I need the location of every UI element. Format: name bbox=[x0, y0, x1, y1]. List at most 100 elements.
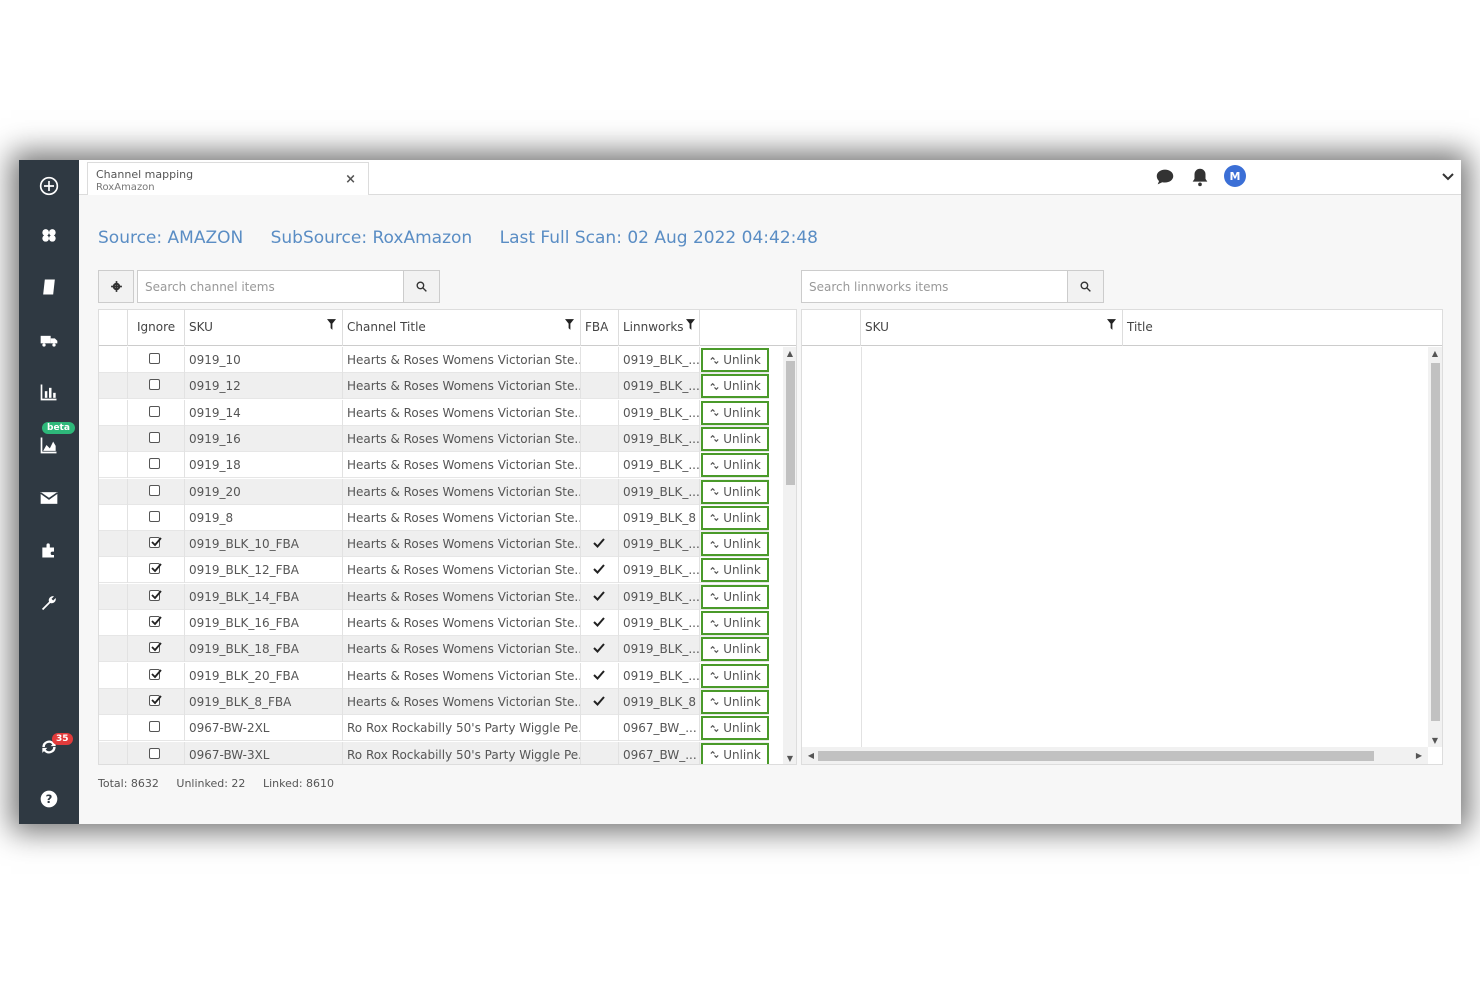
tab-channel-mapping[interactable]: Channel mapping RoxAmazon × bbox=[87, 162, 369, 195]
header-lw-sku[interactable]: SKU bbox=[861, 310, 1123, 346]
unlink-button[interactable]: Unlink bbox=[701, 742, 769, 764]
unlink-button[interactable]: Unlink bbox=[701, 400, 769, 425]
table-row[interactable]: 0919_8 Hearts & Roses Womens Victorian St… bbox=[99, 504, 769, 531]
table-row[interactable]: 0919_18 Hearts & Roses Womens Victorian S… bbox=[99, 452, 769, 479]
unlink-button[interactable]: Unlink bbox=[701, 689, 769, 714]
unlink-button[interactable]: Unlink bbox=[701, 348, 769, 372]
filter-icon[interactable] bbox=[1107, 319, 1116, 330]
ignore-checkbox[interactable] bbox=[149, 537, 162, 549]
unlink-button[interactable]: Unlink bbox=[701, 505, 769, 530]
scrollbar-thumb[interactable] bbox=[818, 751, 1374, 761]
ignore-checkbox[interactable] bbox=[149, 747, 160, 759]
unlink-button[interactable]: Unlink bbox=[701, 426, 769, 451]
ignore-checkbox[interactable] bbox=[149, 458, 160, 470]
orders-icon[interactable] bbox=[19, 267, 79, 307]
row-select-cell[interactable] bbox=[99, 504, 128, 531]
scroll-up-arrow-icon[interactable]: ▲ bbox=[783, 349, 796, 358]
filter-icon[interactable] bbox=[327, 319, 336, 330]
unlink-button[interactable]: Unlink bbox=[701, 637, 769, 662]
scroll-down-arrow-icon[interactable]: ▼ bbox=[1428, 736, 1442, 745]
scroll-right-arrow-icon[interactable]: ▶ bbox=[1412, 751, 1426, 760]
row-select-cell[interactable] bbox=[99, 478, 128, 505]
unlink-button[interactable]: Unlink bbox=[701, 479, 769, 504]
chevron-down-icon[interactable] bbox=[1441, 169, 1455, 183]
unlink-button[interactable]: Unlink bbox=[701, 374, 769, 399]
table-row[interactable]: 0967-BW-2XL Ro Rox Rockabilly 50's Party … bbox=[99, 715, 769, 742]
ignore-checkbox[interactable] bbox=[149, 616, 162, 627]
table-row[interactable]: 0919_14 Hearts & Roses Womens Victorian S… bbox=[99, 399, 769, 426]
help-icon[interactable]: ? bbox=[19, 779, 79, 819]
logo-icon[interactable] bbox=[19, 164, 79, 208]
header-fba[interactable]: FBA bbox=[581, 310, 619, 346]
header-sku[interactable]: SKU bbox=[185, 310, 343, 346]
row-select-cell[interactable] bbox=[99, 636, 128, 663]
table-row[interactable]: 0919_BLK_12_FBA Hearts & Roses Womens Vic… bbox=[99, 557, 769, 584]
ignore-checkbox[interactable] bbox=[149, 405, 160, 417]
settings-button[interactable] bbox=[98, 270, 134, 303]
row-select-cell[interactable] bbox=[99, 452, 128, 479]
ignore-checkbox[interactable] bbox=[149, 563, 162, 575]
user-avatar[interactable]: M bbox=[1224, 165, 1246, 187]
table-row[interactable]: 0919_10 Hearts & Roses Womens Victorian S… bbox=[99, 347, 769, 373]
row-select-cell[interactable] bbox=[99, 741, 128, 764]
header-ignore[interactable]: Ignore bbox=[128, 310, 185, 346]
table-row[interactable]: 0967-BW-3XL Ro Rox Rockabilly 50's Party … bbox=[99, 741, 769, 764]
puzzle-icon[interactable] bbox=[19, 530, 79, 570]
table-row[interactable]: 0919_BLK_10_FBA Hearts & Roses Womens Vic… bbox=[99, 531, 769, 558]
table-row[interactable]: 0919_16 Hearts & Roses Womens Victorian S… bbox=[99, 425, 769, 452]
scroll-left-arrow-icon[interactable]: ◀ bbox=[804, 751, 818, 760]
row-select-cell[interactable] bbox=[99, 425, 128, 452]
linnworks-grid-vscrollbar[interactable]: ▲ ▼ bbox=[1428, 347, 1442, 747]
ignore-checkbox[interactable] bbox=[149, 642, 162, 654]
scrollbar-thumb[interactable] bbox=[786, 361, 795, 485]
linnworks-search-input[interactable] bbox=[801, 270, 1068, 303]
header-linnworks[interactable]: Linnworks bbox=[619, 310, 700, 346]
ignore-checkbox[interactable] bbox=[149, 589, 162, 601]
ignore-checkbox[interactable] bbox=[149, 694, 162, 706]
header-lw-title[interactable]: Title bbox=[1123, 310, 1442, 346]
inventory-icon[interactable] bbox=[19, 215, 79, 255]
scroll-up-arrow-icon[interactable]: ▲ bbox=[1428, 349, 1442, 358]
ignore-checkbox[interactable] bbox=[149, 353, 160, 364]
tab-close-icon[interactable]: × bbox=[345, 172, 356, 187]
chat-icon[interactable] bbox=[1154, 166, 1176, 188]
unlink-button[interactable]: Unlink bbox=[701, 558, 769, 583]
linnworks-grid-hscrollbar[interactable]: ◀ ▶ bbox=[802, 747, 1428, 764]
row-select-cell[interactable] bbox=[99, 610, 128, 636]
table-row[interactable]: 0919_20 Hearts & Roses Womens Victorian S… bbox=[99, 478, 769, 505]
row-select-cell[interactable] bbox=[99, 557, 128, 584]
channel-search-input[interactable] bbox=[137, 270, 404, 303]
wrench-icon[interactable] bbox=[19, 583, 79, 623]
bell-icon[interactable] bbox=[1189, 166, 1211, 188]
table-row[interactable]: 0919_12 Hearts & Roses Womens Victorian S… bbox=[99, 373, 769, 400]
table-row[interactable]: 0919_BLK_16_FBA Hearts & Roses Womens Vic… bbox=[99, 610, 769, 636]
ignore-checkbox[interactable] bbox=[149, 484, 160, 496]
row-select-cell[interactable] bbox=[99, 715, 128, 742]
ignore-checkbox[interactable] bbox=[149, 431, 160, 443]
row-select-cell[interactable] bbox=[99, 531, 128, 558]
table-row[interactable]: 0919_BLK_14_FBA Hearts & Roses Womens Vic… bbox=[99, 583, 769, 610]
header-channel-title[interactable]: Channel Title bbox=[343, 310, 581, 346]
scrollbar-thumb[interactable] bbox=[1431, 363, 1440, 721]
filter-icon[interactable] bbox=[686, 319, 695, 330]
unlink-button[interactable]: Unlink bbox=[701, 716, 769, 741]
channel-grid-scrollbar[interactable]: ▲ ▼ bbox=[783, 347, 796, 764]
bar-chart-icon[interactable] bbox=[19, 372, 79, 412]
ignore-checkbox[interactable] bbox=[149, 379, 160, 391]
mail-icon[interactable] bbox=[19, 478, 79, 518]
filter-icon[interactable] bbox=[565, 319, 574, 330]
table-row[interactable]: 0919_BLK_8_FBA Hearts & Roses Womens Vict… bbox=[99, 688, 769, 715]
table-row[interactable]: 0919_BLK_20_FBA Hearts & Roses Womens Vic… bbox=[99, 662, 769, 689]
row-select-cell[interactable] bbox=[99, 662, 128, 689]
unlink-button[interactable]: Unlink bbox=[701, 453, 769, 478]
ignore-checkbox[interactable] bbox=[149, 510, 160, 522]
linnworks-search-button[interactable] bbox=[1068, 270, 1104, 303]
channel-search-button[interactable] bbox=[404, 270, 440, 303]
row-select-cell[interactable] bbox=[99, 347, 128, 373]
row-select-cell[interactable] bbox=[99, 688, 128, 715]
ignore-checkbox[interactable] bbox=[149, 721, 160, 733]
unlink-button[interactable]: Unlink bbox=[701, 663, 769, 688]
ignore-checkbox[interactable] bbox=[149, 668, 162, 680]
unlink-button[interactable]: Unlink bbox=[701, 584, 769, 609]
row-select-cell[interactable] bbox=[99, 373, 128, 400]
